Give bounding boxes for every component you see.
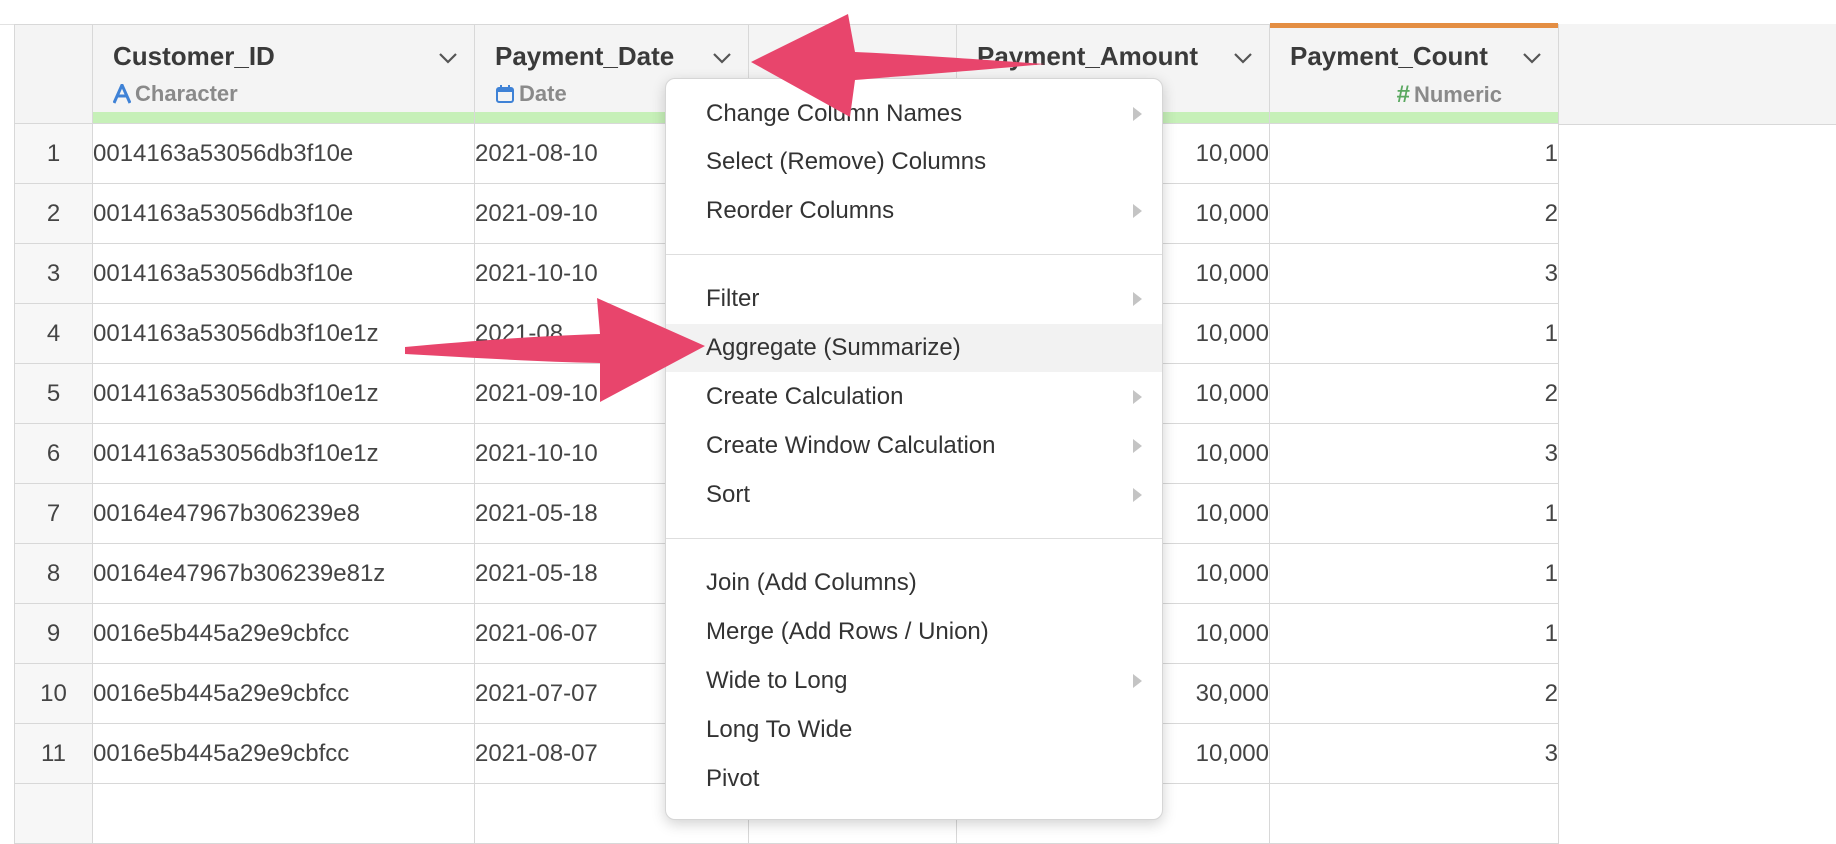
cell-customer-id[interactable]: 0014163a53056db3f10e1z	[92, 423, 475, 484]
column-quality-bar	[93, 112, 474, 123]
header-empty-area	[1558, 24, 1836, 125]
cell-customer-id[interactable]: 0016e5b445a29e9cbfcc	[92, 603, 475, 664]
chevron-down-icon[interactable]	[712, 51, 732, 65]
column-type: Character	[113, 81, 238, 107]
menu-item-wide-to-long[interactable]: Wide to Long	[666, 657, 1162, 705]
column-name: Payment_Amount	[977, 41, 1199, 71]
cell-payment-count[interactable]: 3	[1269, 723, 1559, 784]
row-number: 9	[14, 603, 93, 664]
column-name: Payment_Count	[1290, 41, 1488, 71]
cell-payment-count[interactable]: 1	[1269, 483, 1559, 544]
row-number: 5	[14, 363, 93, 424]
row-number: 11	[14, 723, 93, 784]
cell-customer-id[interactable]: 0014163a53056db3f10e	[92, 243, 475, 304]
menu-item-change-column-names[interactable]: Change Column Names	[666, 90, 1162, 138]
menu-item-reorder-columns[interactable]: Reorder Columns	[666, 187, 1162, 235]
cell-payment-count[interactable]: 2	[1269, 183, 1559, 244]
menu-item-long-to-wide[interactable]: Long To Wide	[666, 706, 1162, 754]
cell-customer-id[interactable]: 00164e47967b306239e81z	[92, 543, 475, 604]
cell-payment-count[interactable]: 2	[1269, 363, 1559, 424]
menu-item-label: Merge (Add Rows / Union)	[706, 618, 989, 645]
cell-customer-id[interactable]: 0014163a53056db3f10e	[92, 183, 475, 244]
column-header-payment-count[interactable]: Payment_Count # Numeric	[1269, 23, 1559, 124]
menu-item-label: Aggregate (Summarize)	[706, 334, 961, 361]
menu-item-create-calculation[interactable]: Create Calculation	[666, 373, 1162, 421]
column-name: Customer_ID	[113, 41, 275, 71]
cell-payment-count[interactable]: 1	[1269, 303, 1559, 364]
menu-item-label: Long To Wide	[706, 716, 853, 743]
row-number	[14, 783, 93, 844]
submenu-arrow-icon	[1133, 204, 1142, 218]
submenu-arrow-icon	[1133, 107, 1142, 121]
character-a-icon	[113, 84, 131, 104]
menu-item-label: Pivot	[706, 765, 760, 792]
submenu-arrow-icon	[1133, 488, 1142, 502]
menu-item-label: Filter	[706, 285, 760, 312]
cell-payment-count[interactable]: 1	[1269, 603, 1559, 664]
menu-item-pivot[interactable]: Pivot	[666, 755, 1162, 803]
cell-payment-count[interactable]	[1269, 783, 1559, 844]
menu-item-join[interactable]: Join (Add Columns)	[666, 559, 1162, 607]
row-number: 10	[14, 663, 93, 724]
row-number: 2	[14, 183, 93, 244]
menu-item-label: Create Calculation	[706, 383, 904, 410]
row-number: 3	[14, 243, 93, 304]
column-type-label: Date	[519, 81, 567, 106]
chevron-down-icon[interactable]	[438, 51, 458, 65]
calendar-icon	[496, 85, 514, 103]
menu-item-aggregate[interactable]: Aggregate (Summarize)	[666, 324, 1162, 372]
row-number: 7	[14, 483, 93, 544]
cell-customer-id[interactable]: 0016e5b445a29e9cbfcc	[92, 663, 475, 724]
row-number: 8	[14, 543, 93, 604]
column-type-label: Character	[135, 81, 238, 106]
menu-item-merge[interactable]: Merge (Add Rows / Union)	[666, 608, 1162, 656]
chevron-down-icon[interactable]	[1233, 51, 1253, 65]
menu-item-label: Wide to Long	[706, 667, 848, 694]
selected-column-indicator	[1270, 23, 1558, 28]
menu-item-sort[interactable]: Sort	[666, 471, 1162, 519]
column-name: Payment_Date	[495, 41, 675, 71]
menu-item-label: Select (Remove) Columns	[706, 148, 987, 175]
menu-item-label: Create Window Calculation	[706, 432, 996, 459]
menu-item-create-window-calculation[interactable]: Create Window Calculation	[666, 422, 1162, 470]
hash-icon: #	[1396, 81, 1410, 108]
cell-customer-id[interactable]: 0014163a53056db3f10e	[92, 123, 475, 184]
menu-item-label: Change Column Names	[706, 100, 963, 127]
menu-item-label: Join (Add Columns)	[706, 569, 917, 596]
column-header-customer-id[interactable]: Customer_ID Character	[92, 24, 475, 124]
column-quality-bar	[1270, 112, 1558, 123]
cell-payment-count[interactable]: 2	[1269, 663, 1559, 724]
cell-payment-count[interactable]: 3	[1269, 423, 1559, 484]
cell-payment-count[interactable]: 3	[1269, 243, 1559, 304]
menu-item-filter[interactable]: Filter	[666, 275, 1162, 323]
row-number: 1	[14, 123, 93, 184]
menu-item-label: Reorder Columns	[706, 197, 895, 224]
cell-customer-id[interactable]: 0014163a53056db3f10e1z	[92, 363, 475, 424]
menu-divider	[666, 538, 1162, 539]
menu-item-select-remove-columns[interactable]: Select (Remove) Columns	[666, 138, 1162, 186]
row-number-header	[14, 24, 93, 124]
menu-item-label: Sort	[706, 481, 751, 508]
submenu-arrow-icon	[1133, 292, 1142, 306]
row-number: 4	[14, 303, 93, 364]
submenu-arrow-icon	[1133, 439, 1142, 453]
cell-payment-count[interactable]: 1	[1269, 123, 1559, 184]
cell-customer-id[interactable]: 00164e47967b306239e8	[92, 483, 475, 544]
column-type-label: Numeric	[1413, 82, 1502, 107]
cell-customer-id[interactable]: 0014163a53056db3f10e1z	[92, 303, 475, 364]
menu-divider	[666, 254, 1162, 255]
column-context-menu: Change Column Names Select (Remove) Colu…	[665, 78, 1163, 820]
row-number: 6	[14, 423, 93, 484]
chevron-down-icon[interactable]	[1522, 51, 1542, 65]
submenu-arrow-icon	[1133, 674, 1142, 688]
cell-customer-id[interactable]: 0016e5b445a29e9cbfcc	[92, 723, 475, 784]
column-type: Date	[495, 81, 567, 107]
cell-payment-count[interactable]: 1	[1269, 543, 1559, 604]
top-toolbar-strip	[0, 0, 1836, 25]
submenu-arrow-icon	[1133, 390, 1142, 404]
column-type: # Numeric	[1397, 81, 1502, 109]
cell-customer-id[interactable]	[92, 783, 475, 844]
